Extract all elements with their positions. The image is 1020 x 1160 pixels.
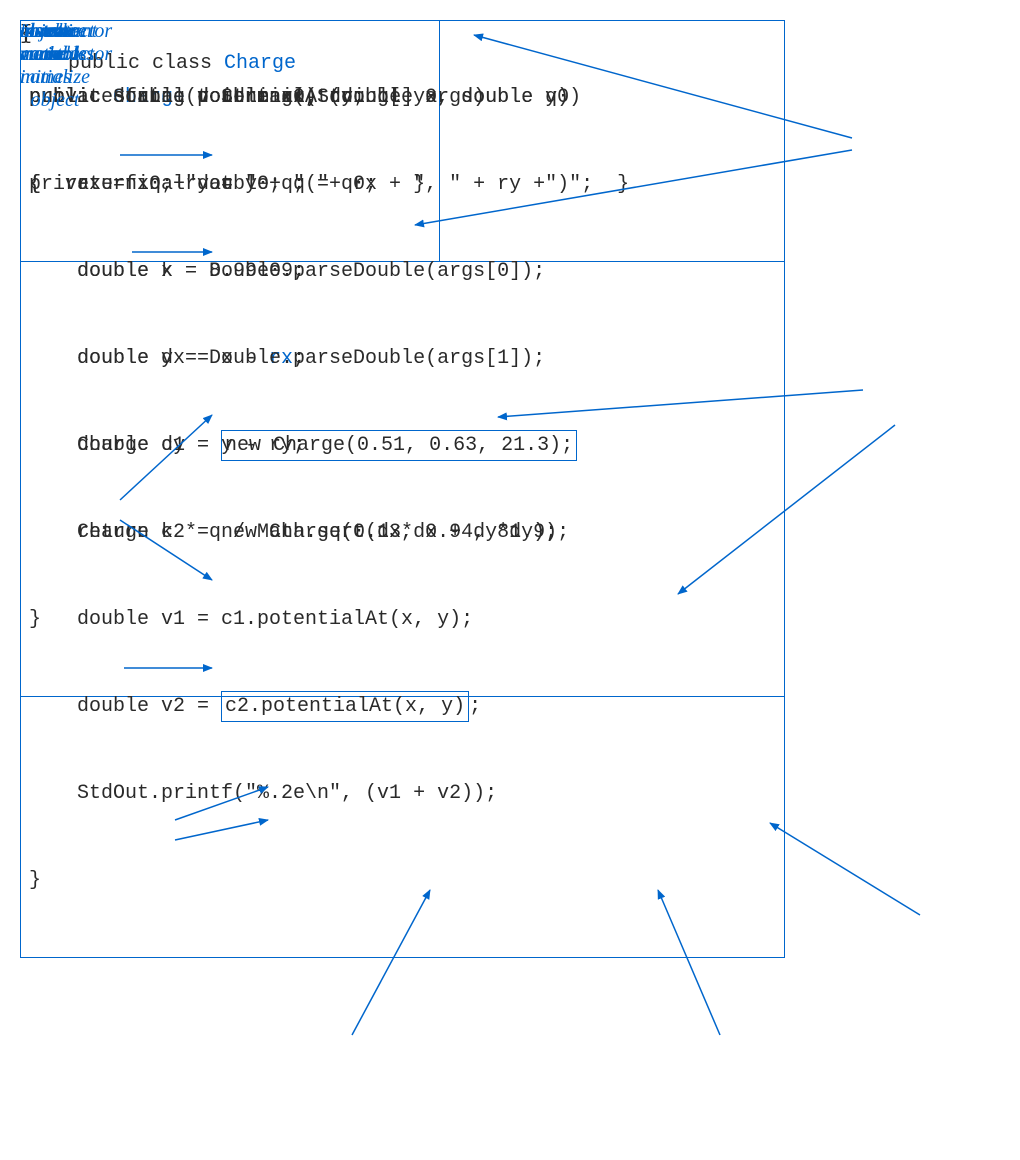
main-line2: {	[29, 170, 776, 199]
main-line9: StdOut.printf("%.2e\n", (v1 + v2));	[29, 779, 776, 808]
arrow-invoke-constructor	[770, 823, 920, 915]
main-line7: double v1 = c1.potentialAt(x, y);	[29, 605, 776, 634]
main-line10: }	[29, 866, 776, 895]
main-box: public static void main(String[] args) {…	[20, 20, 785, 958]
main-line3: double x = Double.parseDouble(args[0]);	[29, 257, 776, 286]
new-charge-inline-box: new Charge(0.51, 0.63, 21.3);	[221, 430, 577, 461]
label-invoke-method: invoke method	[20, 20, 79, 66]
main-line4: double y = Double.parseDouble(args[1]);	[29, 344, 776, 373]
main-line1: public static void main(String[] args)	[29, 83, 776, 112]
main-line6: Charge c2 = new Charge(0.13, 0.94, 81.9)…	[29, 518, 776, 547]
main-line5: Charge c1 = new Charge(0.51, 0.63, 21.3)…	[29, 431, 776, 460]
main-line8: double v2 = c2.potentialAt(x, y);	[29, 692, 776, 721]
diagram-container: public class Charge { private final doub…	[20, 20, 1000, 1140]
c2-call-inline-box: c2.potentialAt(x, y)	[221, 691, 469, 722]
